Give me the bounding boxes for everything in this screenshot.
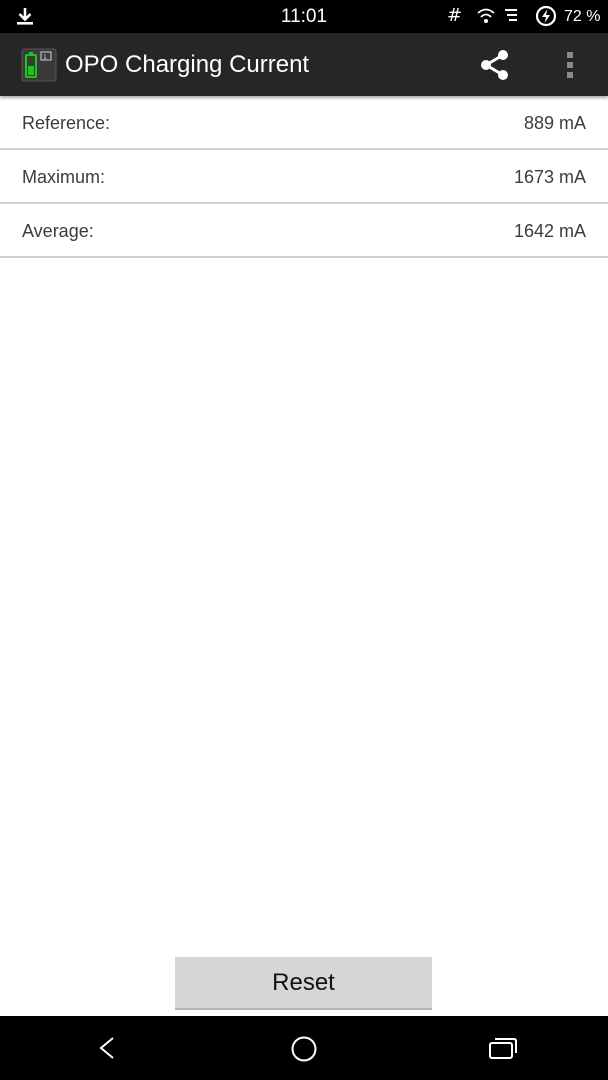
battery-app-icon: 1 [21,48,57,82]
svg-text:1: 1 [43,54,47,61]
home-icon[interactable] [289,1034,319,1064]
stat-row-reference: Reference: 889 mA [0,96,608,150]
wifi-icon [477,8,495,23]
action-bar: 1 OPO Charging Current [0,33,608,96]
app-title: OPO Charging Current [65,51,310,78]
stat-row-average: Average: 1642 mA [0,204,608,258]
share-button[interactable] [474,45,516,85]
stat-value: 889 mA [523,113,586,133]
stats-list: Reference: 889 mA Maximum: 1673 mA Avera… [0,96,608,258]
stat-label: Maximum: [22,167,106,187]
signal-icon [505,9,517,21]
stat-label: Average: [22,221,94,241]
stat-row-maximum: Maximum: 1673 mA [0,150,608,204]
overflow-menu-button[interactable] [558,45,582,85]
reset-button[interactable]: Reset [175,957,432,1010]
status-bar: 11:01 # 72 % [0,0,608,33]
navigation-bar [0,1016,608,1080]
stat-label: Reference: [22,113,111,133]
stat-value: 1642 mA [513,221,586,241]
stat-value: 1673 mA [513,167,586,187]
recents-icon[interactable] [487,1036,519,1062]
battery-charging-icon [535,5,557,27]
share-icon [481,50,508,80]
network-hash-icon: # [447,5,463,26]
back-icon[interactable] [94,1034,122,1062]
battery-percent: 72 % [564,8,601,25]
overflow-menu-icon [567,52,573,78]
